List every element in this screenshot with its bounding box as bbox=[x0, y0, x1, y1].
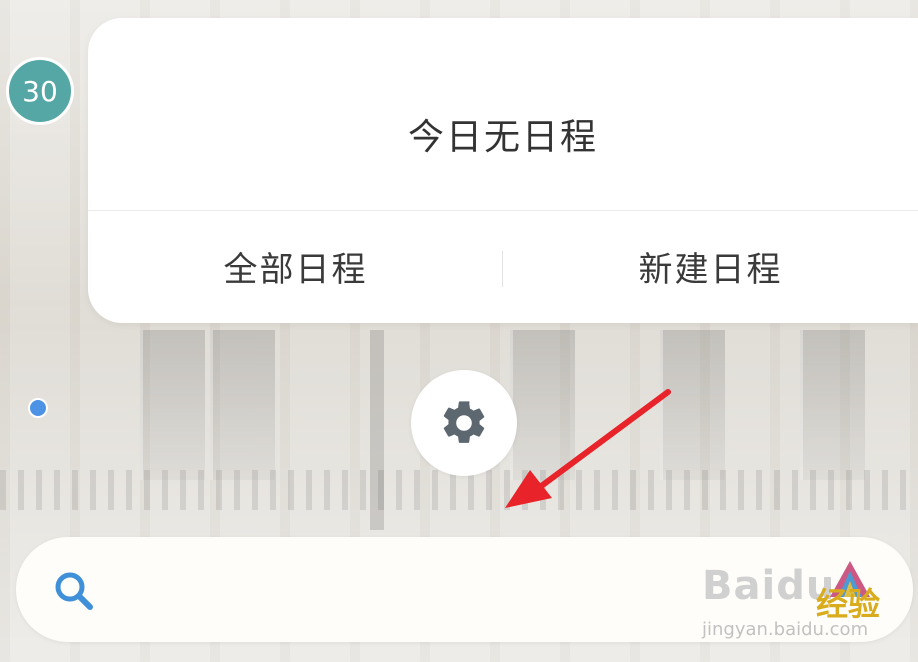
background-column bbox=[210, 330, 275, 480]
background-column bbox=[660, 330, 725, 480]
gear-icon bbox=[443, 401, 485, 443]
new-schedule-button[interactable]: 新建日程 bbox=[503, 210, 918, 323]
date-badge[interactable]: 30 bbox=[6, 57, 74, 125]
all-schedules-button[interactable]: 全部日程 bbox=[88, 210, 503, 323]
search-icon[interactable] bbox=[52, 569, 96, 613]
background-column bbox=[510, 330, 575, 480]
baidu-jingyan-watermark: Baidu 经验 jingyan.baidu.com bbox=[702, 561, 902, 653]
settings-button[interactable] bbox=[411, 370, 517, 476]
empty-schedule-message: 今日无日程 bbox=[407, 117, 598, 158]
background-lamp-post bbox=[370, 330, 384, 530]
search-input[interactable] bbox=[106, 562, 730, 620]
background-column bbox=[800, 330, 865, 480]
background-balustrade bbox=[0, 470, 918, 510]
background-column bbox=[140, 330, 205, 480]
schedule-card: 今日无日程 全部日程 新建日程 bbox=[88, 18, 918, 323]
watermark-url: jingyan.baidu.com bbox=[702, 619, 869, 640]
timeline-dot bbox=[28, 398, 48, 418]
